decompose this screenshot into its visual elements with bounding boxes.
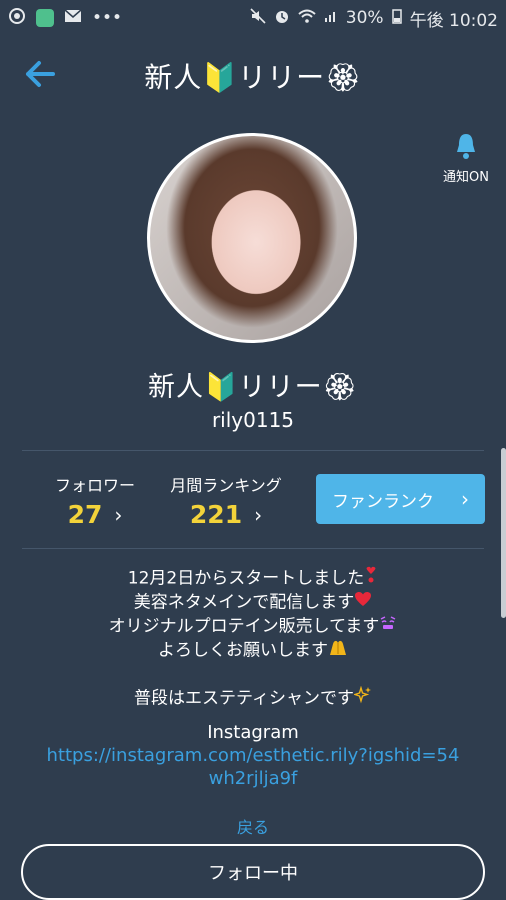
header: 新人🔰リリー🏵 [0, 44, 506, 108]
instagram-link[interactable]: https://instagram.com/esthetic.rily?igsh… [40, 744, 466, 790]
more-notifications-icon: ••• [92, 8, 123, 28]
scrollbar[interactable] [501, 448, 506, 618]
followers-label: フォロワー [54, 476, 135, 495]
ranking-value: 221 [189, 500, 243, 529]
smiling-face-icon [379, 615, 397, 638]
profile-name: 新人🔰リリー🏵 [148, 372, 358, 403]
bio-line [20, 663, 486, 686]
sync-icon [8, 7, 26, 30]
notify-label: 通知ON [443, 170, 489, 185]
fan-rank-label: ファンランク [332, 491, 434, 512]
followers-stat[interactable]: フォロワー 27 › [52, 472, 138, 529]
alarm-icon [274, 8, 290, 29]
ranking-label: 月間ランキング [170, 476, 282, 495]
bio-line: 美容ネタメインで配信します [20, 591, 486, 615]
followers-count: 27 [67, 500, 103, 529]
status-icons-right: 30% 午後 10:02 [250, 6, 498, 31]
bio-line: オリジナルプロテイン販売してます [20, 615, 486, 639]
bell-icon [457, 134, 475, 159]
bio-line: 普段はエステティシャンです [20, 685, 486, 711]
following-label: フォロー中 [208, 863, 298, 884]
exclamation-heart-icon [364, 566, 378, 591]
fan-rank-button[interactable]: ファンランク › [316, 474, 485, 524]
praying-hands-icon [328, 638, 348, 663]
bio-line: 12月2日からスタートしました [20, 566, 486, 591]
instagram-label: Instagram [207, 722, 299, 743]
chevron-right-icon: › [254, 502, 263, 527]
notify-toggle[interactable]: 通知ON [438, 132, 494, 185]
mail-icon [64, 8, 82, 28]
battery-icon [391, 8, 402, 29]
status-icons-left: ••• [8, 7, 122, 30]
bio: 12月2日からスタートしました 美容ネタメインで配信します オリジナルプロテイン… [20, 566, 486, 711]
avatar [147, 133, 357, 343]
battery-percent: 30% [345, 8, 384, 28]
app-notification-icon [36, 9, 54, 27]
chevron-right-icon: › [461, 487, 469, 511]
sparkles-icon [352, 685, 372, 711]
following-button[interactable]: フォロー中 [21, 844, 485, 900]
bio-line: よろしくお願いします [20, 638, 486, 663]
page-title: 新人🔰リリー🏵 [144, 61, 362, 94]
user-id: rily0115 [211, 408, 295, 432]
divider [22, 450, 484, 451]
heart-icon [354, 591, 372, 614]
signal-icon [324, 8, 338, 28]
divider [22, 548, 484, 549]
back-link[interactable]: 戻る [0, 814, 506, 838]
wifi-icon [298, 8, 316, 28]
mute-icon [250, 7, 266, 29]
clock: 午後 10:02 [409, 10, 498, 31]
status-bar: ••• 30% 午後 10:02 [0, 0, 506, 36]
ranking-stat[interactable]: 月間ランキング 221 › [164, 472, 288, 529]
chevron-right-icon: › [114, 502, 123, 527]
